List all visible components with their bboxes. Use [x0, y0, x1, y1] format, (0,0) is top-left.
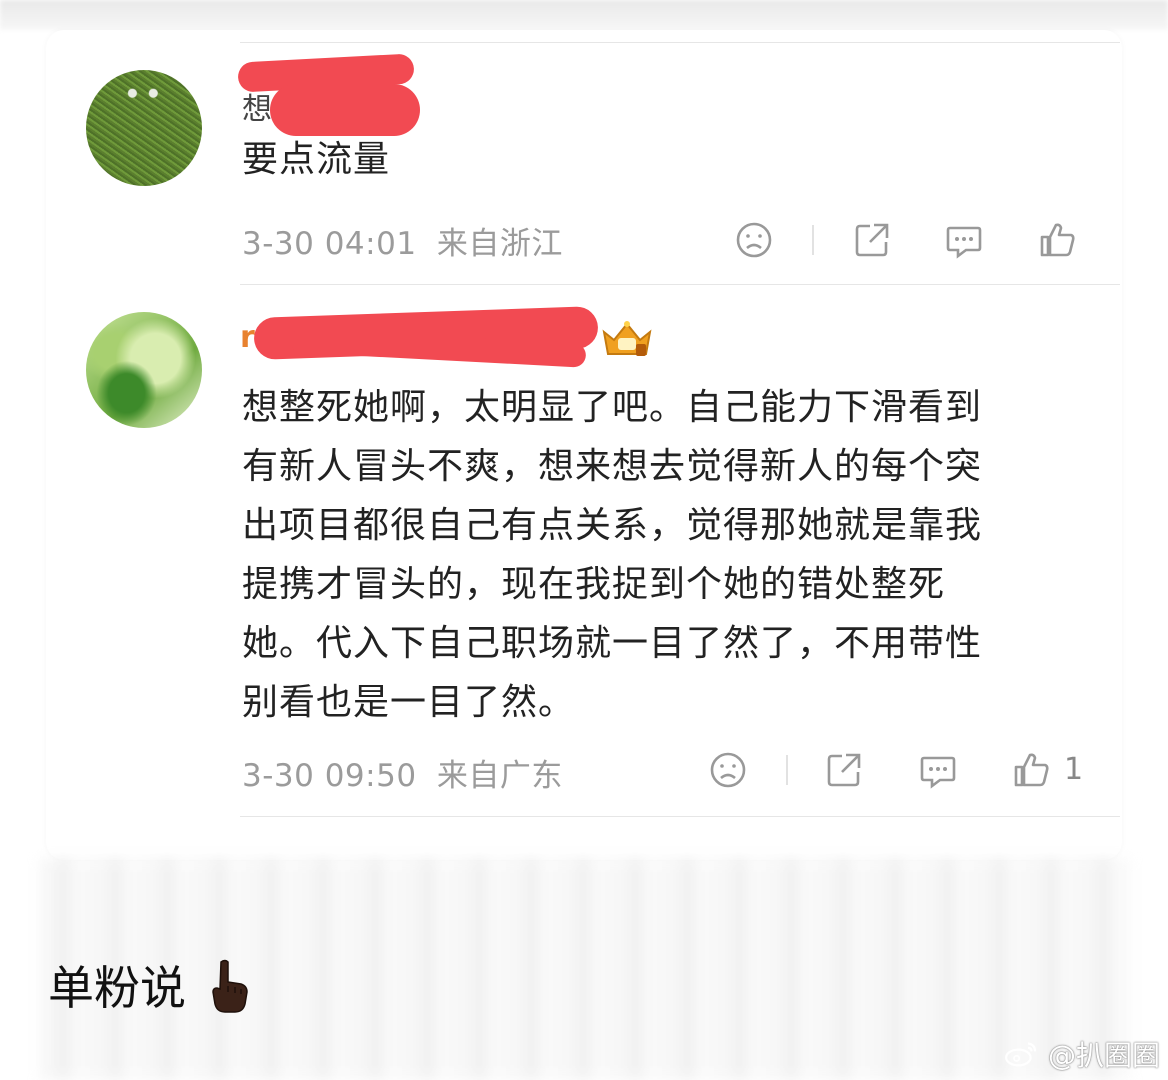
- separator: [786, 755, 788, 785]
- comment-line: 别看也是一目了然。: [242, 682, 576, 723]
- comment-line: 提携才冒头的，现在我捉到个她的错处整死: [242, 564, 946, 605]
- comment-time: 3-30 04:01: [242, 226, 417, 262]
- redaction-mark: [270, 84, 420, 136]
- weibo-logo-icon: [1003, 1040, 1039, 1075]
- username[interactable]: r: [240, 320, 255, 355]
- reply-icon[interactable]: [944, 220, 984, 260]
- comment-line: 她。代入下自己职场就一目了然了，不用带性: [242, 623, 983, 664]
- comment-location: 来自浙江: [436, 226, 563, 262]
- comment-line: 想整死她啊，太明显了吧。自己能力下滑看到: [242, 387, 983, 428]
- comment-meta: 3-30 09:50 来自广东: [242, 750, 563, 795]
- comment-line: 有新人冒头不爽，想来想去觉得新人的每个突: [242, 446, 983, 487]
- dislike-icon[interactable]: [708, 750, 748, 790]
- avatar[interactable]: [86, 70, 202, 186]
- share-icon[interactable]: [824, 750, 864, 790]
- comment-line: 出项目都很自己有点关系，觉得那她就是靠我: [242, 505, 983, 546]
- divider: [240, 816, 1120, 817]
- divider: [240, 42, 1120, 43]
- comment-location: 来自广东: [436, 758, 563, 794]
- like-icon[interactable]: [1012, 750, 1052, 790]
- share-icon[interactable]: [852, 220, 892, 260]
- comment-time: 3-30 09:50: [242, 758, 417, 794]
- crown-badge-icon: [600, 320, 654, 360]
- caption-text: 单粉说: [48, 961, 186, 1015]
- watermark: @扒圈圈: [1003, 1034, 1160, 1075]
- dislike-icon[interactable]: [734, 220, 774, 260]
- like-icon[interactable]: [1038, 220, 1078, 260]
- pointing-up-hand-icon: [207, 958, 251, 1025]
- divider: [240, 284, 1120, 285]
- comment-text: 想整死她啊，太明显了吧。自己能力下滑看到 有新人冒头不爽，想来想去觉得新人的每个…: [242, 378, 982, 732]
- avatar[interactable]: [86, 312, 202, 428]
- comment-meta: 3-30 04:01 来自浙江: [242, 218, 563, 263]
- separator: [812, 225, 814, 255]
- reply-icon[interactable]: [918, 750, 958, 790]
- like-count: 1: [1064, 752, 1084, 787]
- comment-text: 要点流量: [242, 139, 391, 180]
- blurred-header: [0, 0, 1168, 30]
- caption: 单粉说: [48, 952, 251, 1025]
- watermark-text: @扒圈圈: [1047, 1039, 1160, 1072]
